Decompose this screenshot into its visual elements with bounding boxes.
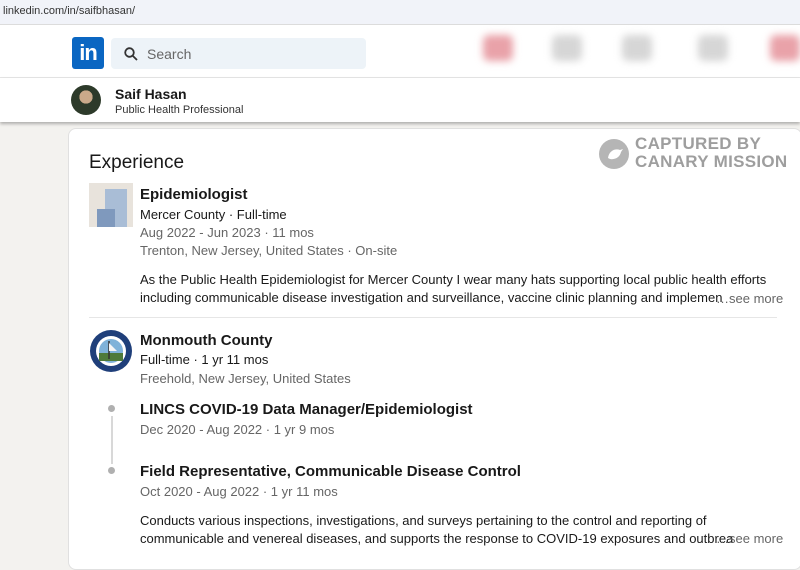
job-dates: Aug 2022 - Jun 2023 · 11 mos <box>140 225 314 240</box>
divider <box>89 317 777 318</box>
job-description-line2: including communicable disease investiga… <box>140 290 723 305</box>
avatar[interactable] <box>71 85 101 115</box>
top-nav: in <box>0 25 800 78</box>
profile-name: Saif Hasan <box>115 86 187 102</box>
nav-icon-blurred[interactable] <box>770 35 800 61</box>
see-more-link[interactable]: …see more <box>716 531 783 546</box>
search-input[interactable] <box>147 38 347 69</box>
address-bar[interactable]: linkedin.com/in/saifbhasan/ <box>0 0 800 25</box>
role-description-line2: communicable and venereal diseases, and … <box>140 531 734 546</box>
role-dates: Oct 2020 - Aug 2022 · 1 yr 11 mos <box>140 484 338 499</box>
company-location: Freehold, New Jersey, United States <box>140 371 351 386</box>
role-title[interactable]: Field Representative, Communicable Disea… <box>140 463 521 480</box>
see-more-link[interactable]: …see more <box>716 291 783 306</box>
job-description-line1: As the Public Health Epidemiologist for … <box>140 272 767 287</box>
profile-header: Saif Hasan Public Health Professional <box>0 78 800 122</box>
placeholder-building-icon <box>97 189 127 227</box>
nav-icon-blurred[interactable] <box>483 35 513 61</box>
company-duration: Full-time · 1 yr 11 mos <box>140 352 269 367</box>
watermark-text: CAPTURED BY CANARY MISSION <box>635 134 788 171</box>
nav-icon-blurred[interactable] <box>552 35 582 61</box>
role-dates: Dec 2020 - Aug 2022 · 1 yr 9 mos <box>140 422 335 437</box>
job-company: Mercer County · Full-time <box>140 207 287 222</box>
search-box[interactable] <box>111 38 366 69</box>
canary-bird-icon <box>599 139 629 169</box>
timeline-dot <box>108 467 115 474</box>
timeline-dot <box>108 405 115 412</box>
timeline-line <box>111 416 113 464</box>
job-location: Trenton, New Jersey, United States · On-… <box>140 243 398 258</box>
linkedin-logo[interactable]: in <box>72 37 104 69</box>
section-title: Experience <box>89 152 185 173</box>
nav-icon-blurred[interactable] <box>698 35 728 61</box>
company-name[interactable]: Monmouth County <box>140 332 272 349</box>
county-seal-icon <box>90 330 132 372</box>
company-logo-mercer[interactable] <box>89 183 133 227</box>
role-description-line1: Conducts various inspections, investigat… <box>140 513 707 528</box>
nav-icon-blurred[interactable] <box>622 35 652 61</box>
url-text: linkedin.com/in/saifbhasan/ <box>3 5 136 17</box>
profile-headline: Public Health Professional <box>115 104 244 116</box>
role-title[interactable]: LINCS COVID-19 Data Manager/Epidemiologi… <box>140 401 473 418</box>
search-icon <box>124 47 138 61</box>
job-title[interactable]: Epidemiologist <box>140 186 248 203</box>
company-logo-monmouth[interactable] <box>89 329 133 373</box>
